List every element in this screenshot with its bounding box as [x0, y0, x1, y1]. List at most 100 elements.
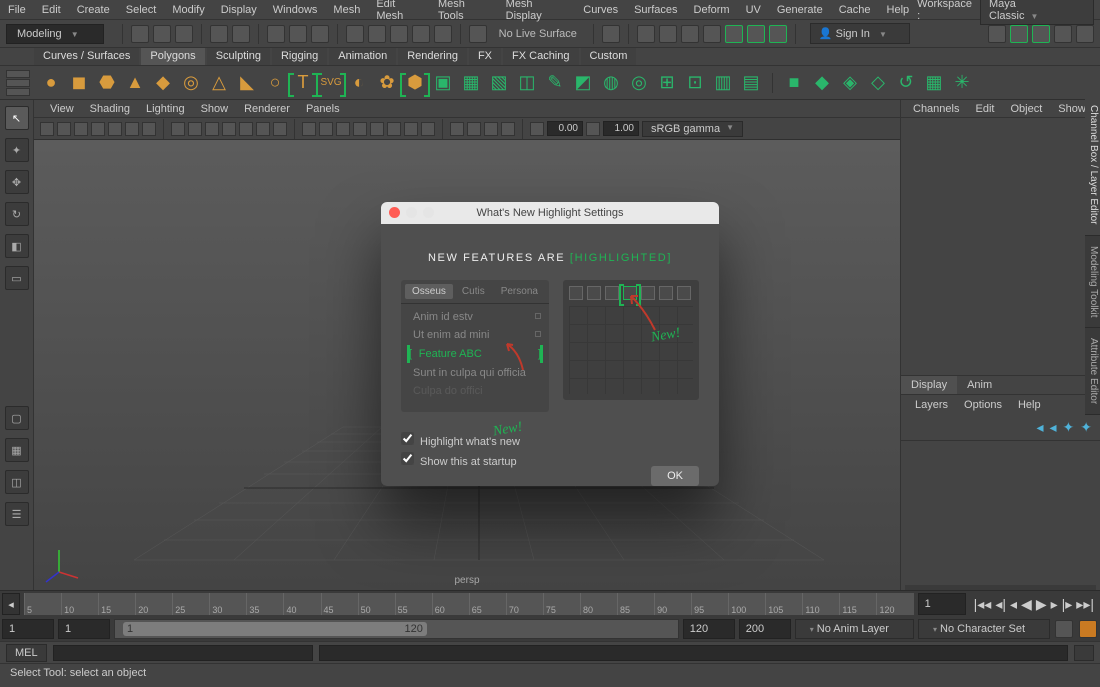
target-weld-icon[interactable]: ⊡: [684, 72, 706, 94]
tool-icon-f[interactable]: ▦: [923, 72, 945, 94]
layers-list[interactable]: [901, 440, 1100, 590]
poly-cylinder-icon[interactable]: ⬣: [96, 72, 118, 94]
panel-menu-renderer[interactable]: Renderer: [236, 101, 298, 117]
shelf-tab-rendering[interactable]: Rendering: [398, 48, 467, 65]
vp-icon[interactable]: [353, 122, 367, 136]
lasso-tool-icon[interactable]: ✦: [5, 138, 29, 162]
outliner-icon[interactable]: ☰: [5, 502, 29, 526]
tool-icon-g[interactable]: ✳: [951, 72, 973, 94]
bevel-icon[interactable]: ◩: [572, 72, 594, 94]
vp-icon[interactable]: [256, 122, 270, 136]
vp-icon[interactable]: [484, 122, 498, 136]
time-handle[interactable]: ◂: [2, 593, 20, 615]
tool-icon-c[interactable]: ◈: [839, 72, 861, 94]
vp-icon[interactable]: [404, 122, 418, 136]
window-zoom-icon[interactable]: [423, 207, 434, 218]
shelf-tab-sculpting[interactable]: Sculpting: [207, 48, 270, 65]
hl-icon-3[interactable]: [769, 25, 787, 43]
menu-cache[interactable]: Cache: [831, 1, 879, 19]
ipr-render-icon[interactable]: [659, 25, 677, 43]
vp-icon[interactable]: [467, 122, 481, 136]
vp-icon[interactable]: [239, 122, 253, 136]
tab-attribute-editor[interactable]: Attribute Editor: [1085, 328, 1100, 415]
time-ruler[interactable]: 5101520253035404550556065707580859095100…: [24, 593, 914, 615]
script-editor-button[interactable]: [1074, 645, 1094, 661]
snap-point-icon[interactable]: [390, 25, 408, 43]
append-icon[interactable]: ✎: [544, 72, 566, 94]
poly-plane-icon[interactable]: ◆: [152, 72, 174, 94]
shelf-mini-nav[interactable]: [6, 70, 30, 96]
anim-layer-dropdown[interactable]: ▾ No Anim Layer: [795, 619, 914, 639]
vp-icon[interactable]: [74, 122, 88, 136]
shelf-tab-animation[interactable]: Animation: [329, 48, 396, 65]
chan-menu-object[interactable]: Object: [1004, 101, 1048, 117]
save-scene-icon[interactable]: [175, 25, 193, 43]
move-tool-icon[interactable]: ✥: [5, 170, 29, 194]
panel-menu-lighting[interactable]: Lighting: [138, 101, 193, 117]
shelf-tab-curves[interactable]: Curves / Surfaces: [34, 48, 139, 65]
layer-down-icon[interactable]: ◂: [1050, 419, 1057, 436]
live-surface-icon[interactable]: [469, 25, 487, 43]
hl-icon-2[interactable]: [747, 25, 765, 43]
vp-icon[interactable]: [501, 122, 515, 136]
select-component-icon[interactable]: [311, 25, 329, 43]
vp-icon[interactable]: [108, 122, 122, 136]
poly-sphere-icon[interactable]: ●: [40, 72, 62, 94]
play-fwd-icon[interactable]: ▶: [1036, 596, 1047, 613]
prefs-icon[interactable]: [1079, 620, 1097, 638]
multicut-icon[interactable]: ⊞: [656, 72, 678, 94]
layout-single-icon[interactable]: ▢: [5, 406, 29, 430]
vp-icon[interactable]: [125, 122, 139, 136]
vp-icon[interactable]: [188, 122, 202, 136]
snap-live-icon[interactable]: [434, 25, 452, 43]
poly-soccer-icon[interactable]: ⬢: [404, 72, 426, 94]
select-hierarchy-icon[interactable]: [267, 25, 285, 43]
vp-icon[interactable]: [91, 122, 105, 136]
sign-in-button[interactable]: 👤 Sign In ▼: [810, 23, 910, 44]
menu-edit[interactable]: Edit: [34, 1, 69, 19]
command-input[interactable]: [53, 645, 313, 661]
layout-icon-4[interactable]: [1054, 25, 1072, 43]
shelf-tab-fx[interactable]: FX: [469, 48, 501, 65]
poly-cube-icon[interactable]: ◼: [68, 72, 90, 94]
ok-button[interactable]: OK: [651, 466, 699, 486]
render-view-icon[interactable]: [703, 25, 721, 43]
tab-channel-box[interactable]: Channel Box / Layer Editor: [1085, 95, 1100, 236]
undo-icon[interactable]: [210, 25, 228, 43]
combine-icon[interactable]: ▣: [432, 72, 454, 94]
new-scene-icon[interactable]: [131, 25, 149, 43]
panel-menu-view[interactable]: View: [42, 101, 82, 117]
layout-icon-5[interactable]: [1076, 25, 1094, 43]
panel-menu-panels[interactable]: Panels: [298, 101, 348, 117]
layer-tab-anim[interactable]: Anim: [957, 376, 1002, 394]
panel-menu-shading[interactable]: Shading: [82, 101, 138, 117]
menu-mesh-tools[interactable]: Mesh Tools: [430, 0, 498, 25]
vp-icon[interactable]: [421, 122, 435, 136]
last-tool-icon[interactable]: ▭: [5, 266, 29, 290]
layout-icon-1[interactable]: [988, 25, 1006, 43]
vp-icon[interactable]: [319, 122, 333, 136]
menu-surfaces[interactable]: Surfaces: [626, 1, 685, 19]
vp-icon[interactable]: [336, 122, 350, 136]
current-frame-field[interactable]: 1: [918, 593, 966, 615]
window-close-icon[interactable]: [389, 207, 400, 218]
layer-add-icon[interactable]: ✦: [1080, 419, 1092, 436]
scale-tool-icon[interactable]: ◧: [5, 234, 29, 258]
demo-tab-1[interactable]: Cutis: [455, 284, 492, 299]
range-start-inner[interactable]: 1: [2, 619, 54, 639]
tool-icon-a[interactable]: ■: [783, 72, 805, 94]
vp-icon[interactable]: [450, 122, 464, 136]
smooth-icon[interactable]: ◍: [600, 72, 622, 94]
menu-create[interactable]: Create: [69, 1, 118, 19]
demo-tab-2[interactable]: Persona: [494, 284, 545, 299]
render-settings-icon[interactable]: [681, 25, 699, 43]
menu-edit-mesh[interactable]: Edit Mesh: [368, 0, 430, 25]
menu-select[interactable]: Select: [118, 1, 165, 19]
layer-menu-options[interactable]: Options: [958, 397, 1008, 413]
vp-icon[interactable]: [273, 122, 287, 136]
chan-menu-channels[interactable]: Channels: [907, 101, 965, 117]
bridge-icon[interactable]: ◫: [516, 72, 538, 94]
crease-icon[interactable]: ▤: [740, 72, 762, 94]
dialog-titlebar[interactable]: What's New Highlight Settings: [381, 202, 719, 224]
menu-mesh-display[interactable]: Mesh Display: [498, 0, 576, 25]
